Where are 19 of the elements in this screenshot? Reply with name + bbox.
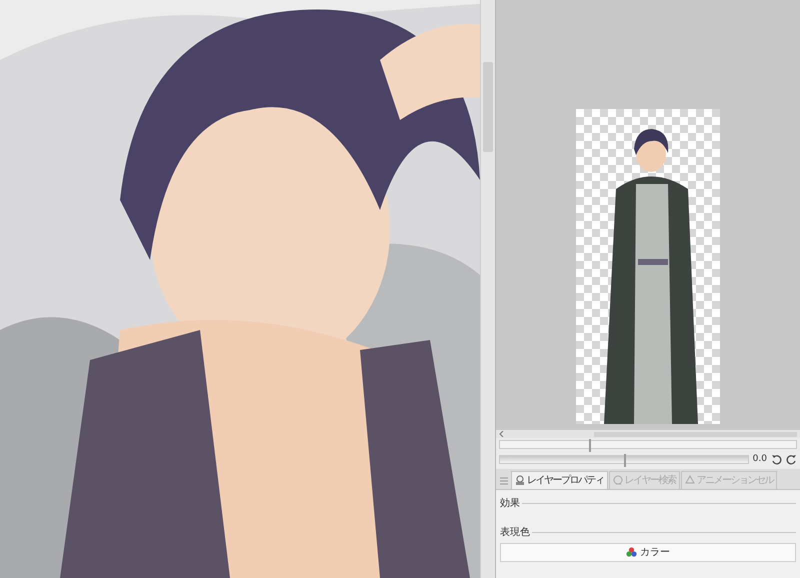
horizontal-scrollbar[interactable] [496,430,800,438]
rotate-right-icon[interactable] [786,454,797,466]
scrollbar-thumb[interactable] [483,62,493,152]
panel-tab[interactable]: レイヤープロパティ [511,470,608,488]
zoom-slider[interactable] [499,440,797,449]
color-icon [626,547,637,557]
slider-thumb[interactable] [588,439,591,452]
rotate-slider[interactable] [499,455,749,464]
menu-icon[interactable] [500,476,508,484]
section-title: 効果 [500,496,520,510]
section-title: 表現色 [500,526,530,540]
slider-thumb[interactable] [624,454,626,468]
layer-search-icon [612,474,622,486]
rotate-left-icon[interactable] [771,454,782,466]
color-button[interactable]: カラー [500,542,796,562]
animation-cel-icon [684,474,694,486]
scroll-left-icon[interactable] [499,431,504,437]
rotation-value: 0.0 [752,453,767,466]
layer-property-icon [515,474,525,486]
